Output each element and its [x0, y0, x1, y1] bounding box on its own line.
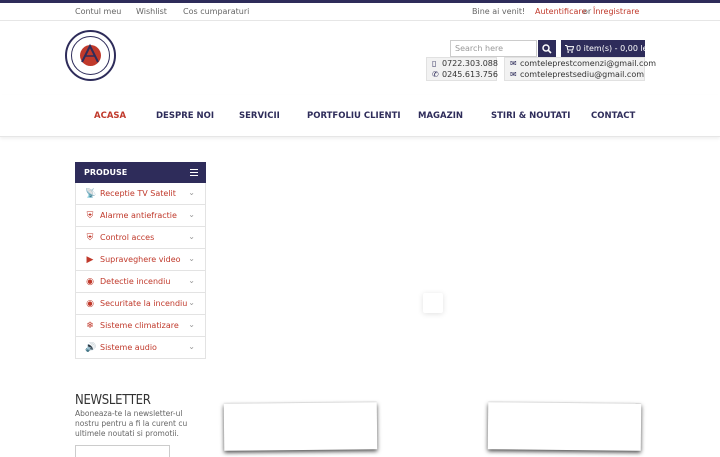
email-orders-text: comteleprestcomenzi@gmail.com: [520, 59, 657, 68]
chevron-down-icon[interactable]: ⌄: [188, 232, 195, 241]
cart-summary: 0 item(s) - 0,00 lei: [576, 44, 645, 53]
product-category-detectie-incendiu[interactable]: ◉ Detectie incendiu ⌄: [75, 271, 206, 293]
chevron-down-icon[interactable]: ⌄: [188, 298, 195, 307]
phone-mobile[interactable]: ▯ 0722.303.088: [432, 59, 498, 68]
satellite-dish-icon: 📡: [85, 189, 97, 199]
hamburger-menu-icon[interactable]: [190, 169, 198, 176]
product-category-securitate-incendiu[interactable]: ◉ Securitate la incendiu ⌄: [75, 293, 206, 315]
account-link[interactable]: Contul meu: [75, 7, 121, 16]
envelope-icon: ✉: [510, 59, 517, 68]
or-text: or: [583, 7, 592, 16]
register-link[interactable]: Înregistrare: [593, 7, 639, 16]
chevron-down-icon[interactable]: ⌄: [188, 320, 195, 329]
fire-sensor-icon: ◉: [86, 277, 94, 287]
site-logo[interactable]: [65, 30, 116, 81]
product-category-label: Receptie TV Satelit: [100, 189, 176, 198]
phone-icon: ✆: [432, 70, 439, 79]
featured-card[interactable]: [223, 402, 378, 451]
products-menu-header[interactable]: PRODUSE: [75, 162, 206, 183]
nav-item-servicii[interactable]: SERVICII: [239, 111, 280, 121]
newsletter-title: NEWSLETTER: [75, 393, 151, 408]
product-category-alarme[interactable]: ⛨ Alarme antiefractie ⌄: [75, 205, 206, 227]
email-office[interactable]: ✉ comteleprestsediu@gmail.com: [510, 70, 644, 79]
top-bar: Contul meu Wishlist Cos cumparaturi Bine…: [0, 3, 720, 21]
product-category-label: Securitate la incendiu: [100, 299, 188, 308]
nav-item-magazin[interactable]: MAGAZIN: [418, 111, 463, 121]
chevron-down-icon[interactable]: ⌄: [188, 276, 195, 285]
camera-icon: ▶: [86, 255, 94, 265]
search-button[interactable]: [538, 40, 556, 57]
product-category-audio[interactable]: 🔊 Sisteme audio ⌄: [75, 337, 206, 359]
email-orders[interactable]: ✉ comteleprestcomenzi@gmail.com: [510, 59, 656, 68]
phone-box: ▯ 0722.303.088 ✆ 0245.613.756: [426, 57, 498, 81]
product-category-label: Alarme antiefractie: [100, 211, 177, 220]
phone-fixed[interactable]: ✆ 0245.613.756: [432, 70, 498, 79]
phone-fixed-text: 0245.613.756: [442, 70, 498, 79]
speaker-icon: 🔊: [85, 343, 97, 353]
loading-spinner: [423, 293, 443, 313]
welcome-text: Bine ai venit!: [472, 7, 526, 16]
chevron-down-icon[interactable]: ⌄: [188, 210, 195, 219]
login-link[interactable]: Autentificare: [535, 7, 586, 16]
product-category-control-acces[interactable]: ⛨ Control acces ⌄: [75, 227, 206, 249]
product-category-label: Sisteme climatizare: [100, 321, 179, 330]
shield-icon: ⛨: [86, 211, 94, 221]
featured-card[interactable]: [487, 402, 642, 451]
product-category-label: Supraveghere video: [100, 255, 181, 264]
email-office-text: comteleprestsediu@gmail.com: [520, 70, 645, 79]
newsletter-email-input[interactable]: [75, 445, 170, 457]
products-menu-title: PRODUSE: [84, 168, 128, 177]
product-category-label: Detectie incendiu: [100, 277, 171, 286]
search-icon: [542, 43, 552, 54]
nav-item-acasa[interactable]: ACASA: [94, 111, 126, 121]
logo-emblem-icon: [81, 43, 99, 63]
product-category-supraveghere-video[interactable]: ▶ Supraveghere video ⌄: [75, 249, 206, 271]
cart-link[interactable]: Cos cumparaturi: [183, 7, 249, 16]
newsletter-description: Aboneaza-te la newsletter-ul nostru pent…: [75, 409, 188, 438]
main-navigation: ACASA DESPRE NOI SERVICII PORTFOLIU CLIE…: [0, 95, 720, 137]
search-input[interactable]: Search here: [450, 40, 537, 57]
chevron-down-icon[interactable]: ⌄: [188, 342, 195, 351]
products-menu: PRODUSE 📡 Receptie TV Satelit ⌄ ⛨ Alarme…: [75, 162, 206, 359]
nav-item-portfoliu-clienti[interactable]: PORTFOLIU CLIENTI: [307, 111, 401, 121]
shopping-cart-icon: [565, 44, 575, 53]
fire-sensor-icon: ◉: [86, 299, 94, 309]
nav-item-stiri-noutati[interactable]: STIRI & NOUTATI: [491, 111, 570, 121]
newsletter-section: NEWSLETTER Aboneaza-te la newsletter-ul …: [75, 393, 205, 457]
cart-button[interactable]: 0 item(s) - 0,00 lei: [561, 40, 645, 57]
product-category-label: Control acces: [100, 233, 155, 242]
product-category-receptie-tv[interactable]: 📡 Receptie TV Satelit ⌄: [75, 183, 206, 205]
product-category-label: Sisteme audio: [100, 343, 157, 352]
mobile-phone-icon: ▯: [432, 59, 437, 68]
wishlist-link[interactable]: Wishlist: [136, 7, 167, 16]
phone-mobile-text: 0722.303.088: [442, 59, 498, 68]
chevron-down-icon[interactable]: ⌄: [188, 188, 195, 197]
chevron-down-icon[interactable]: ⌄: [188, 254, 195, 263]
snowflake-icon: ❄: [86, 321, 94, 331]
product-category-climatizare[interactable]: ❄ Sisteme climatizare ⌄: [75, 315, 206, 337]
nav-item-contact[interactable]: CONTACT: [591, 111, 635, 121]
nav-item-despre-noi[interactable]: DESPRE NOI: [156, 111, 214, 121]
envelope-icon: ✉: [510, 70, 517, 79]
shield-icon: ⛨: [86, 233, 94, 243]
email-box: ✉ comteleprestcomenzi@gmail.com ✉ comtelep…: [504, 57, 656, 81]
